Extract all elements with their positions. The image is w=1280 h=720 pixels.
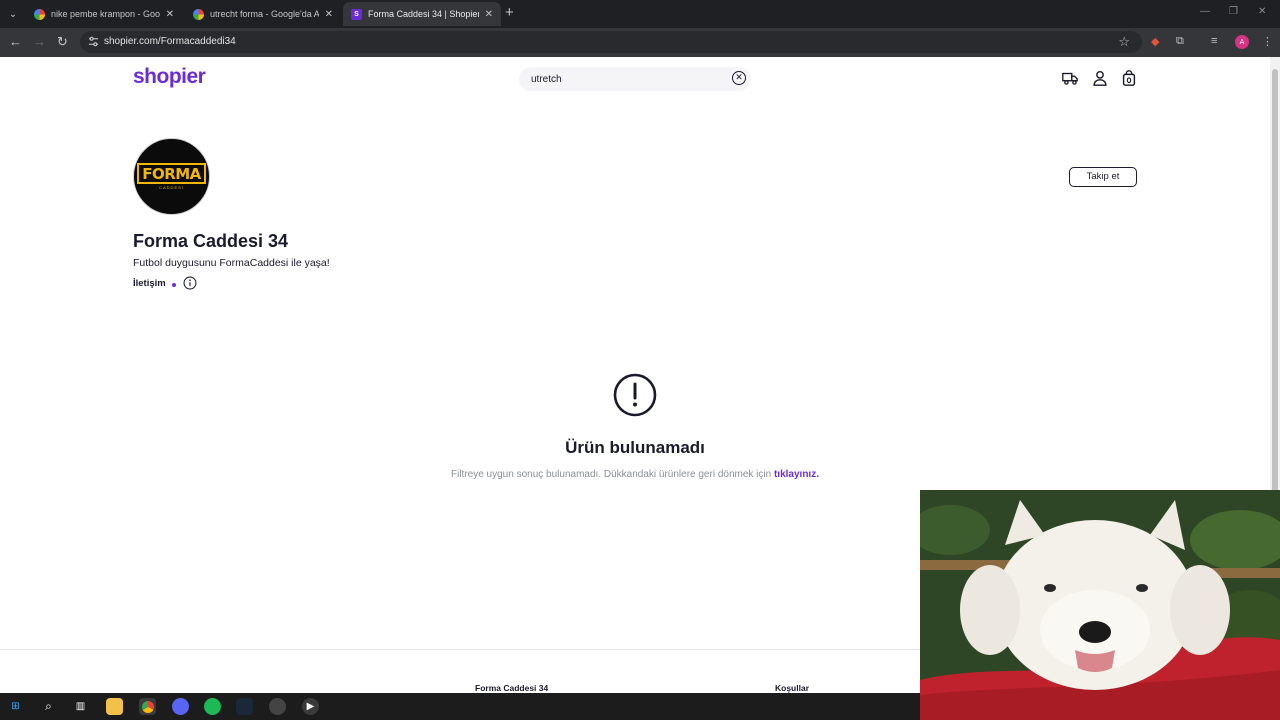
tab-search-chevron-icon[interactable]: ⌄	[4, 5, 22, 23]
separator-dot	[172, 283, 176, 287]
shopping-bag-icon[interactable]	[1120, 69, 1138, 87]
dog-photo	[920, 490, 1280, 720]
info-icon[interactable]	[183, 276, 197, 290]
back-icon[interactable]: ←	[9, 34, 22, 50]
address-bar[interactable]: shopier.com/Formacaddedi34 ☆	[80, 31, 1142, 53]
google-icon	[193, 8, 204, 20]
extensions-puzzle-icon[interactable]: ⧉	[1176, 35, 1184, 48]
shopier-icon: S	[351, 8, 362, 20]
forward-icon[interactable]: →	[33, 34, 46, 50]
bookmark-star-icon[interactable]: ☆	[1118, 34, 1130, 50]
empty-state-message: Filtreye uygun sonuç bulunamadı. Dükkand…	[0, 469, 1270, 480]
store-description: Futbol duygusunu FormaCaddesi ile yaşa!	[133, 257, 330, 269]
close-tab-icon[interactable]: ✕	[485, 9, 493, 20]
menu-kebab-icon[interactable]: ⋮	[1262, 35, 1273, 48]
tab-title: Forma Caddesi 34 | Shopier	[368, 9, 479, 19]
minimize-icon[interactable]: —	[1200, 6, 1210, 17]
store-name: Forma Caddesi 34	[133, 231, 289, 251]
reload-icon[interactable]: ↻	[57, 34, 68, 50]
restore-icon[interactable]: ❐	[1229, 6, 1238, 17]
store-logo-frame: FORMA	[137, 163, 206, 184]
site-settings-icon[interactable]	[88, 36, 99, 47]
profile-avatar[interactable]: A	[1235, 35, 1249, 49]
back-to-products-link[interactable]: tıklayınız.	[774, 469, 819, 480]
extension-icon[interactable]: ◆	[1151, 35, 1159, 48]
spotify-icon[interactable]	[204, 698, 221, 715]
media-control-icon[interactable]: ≡	[1211, 35, 1217, 47]
tab-title: utrecht forma - Google'da Ara	[210, 9, 319, 19]
chrome-icon[interactable]	[139, 698, 156, 715]
close-window-icon[interactable]: ✕	[1258, 6, 1266, 17]
browser-tab-2[interactable]: utrecht forma - Google'da Ara ✕	[185, 2, 341, 26]
tab-title: nike pembe krampon - Google	[51, 9, 160, 19]
shipping-truck-icon[interactable]	[1061, 69, 1079, 87]
url-text: shopier.com/Formacaddedi34	[104, 36, 236, 47]
browser-tab-1[interactable]: nike pembe krampon - Google ✕	[26, 2, 182, 26]
browser-tab-3-active[interactable]: S Forma Caddesi 34 | Shopier ✕	[343, 2, 501, 26]
browser-toolbar: ← → ↻ shopier.com/Formacaddedi34 ☆ ◆ ⧉ ≡…	[0, 28, 1280, 57]
windows-taskbar: ⊞ ⌕ ▥ ▶	[0, 693, 920, 720]
empty-state-title: Ürün bulunamadı	[565, 438, 705, 457]
search-input[interactable]: utretch ✕	[519, 67, 751, 91]
empty-state-text: Filtreye uygun sonuç bulunamadı. Dükkand…	[451, 469, 772, 480]
close-tab-icon[interactable]: ✕	[166, 9, 174, 20]
contact-link[interactable]: İletişim	[133, 278, 166, 289]
store-avatar: FORMA CADDESİ	[133, 138, 210, 215]
windows-start-icon[interactable]: ⊞	[7, 698, 24, 715]
scrollbar-thumb[interactable]	[1272, 69, 1278, 494]
search-value: utretch	[531, 74, 562, 85]
media-player-icon[interactable]: ▶	[302, 698, 319, 715]
task-view-icon[interactable]: ▥	[72, 698, 89, 715]
clear-search-icon[interactable]: ✕	[732, 71, 746, 85]
discord-icon[interactable]	[172, 698, 189, 715]
close-tab-icon[interactable]: ✕	[325, 9, 333, 20]
google-icon	[34, 8, 45, 20]
shopier-logo[interactable]: shopier	[133, 65, 206, 89]
browser-tab-strip: ⌄ nike pembe krampon - Google ✕ utrecht …	[0, 0, 1280, 28]
follow-button[interactable]: Takip et	[1069, 167, 1137, 187]
file-explorer-icon[interactable]	[106, 698, 123, 715]
user-account-icon[interactable]	[1091, 69, 1109, 87]
alert-exclamation-icon	[613, 373, 657, 417]
webcam-overlay-dog	[920, 490, 1280, 720]
footer-terms-title: Koşullar	[775, 683, 810, 693]
store-logo-subtext: CADDESİ	[159, 185, 184, 190]
steam-icon[interactable]	[236, 698, 253, 715]
app-icon[interactable]	[269, 698, 286, 715]
footer-store-title: Forma Caddesi 34	[475, 683, 549, 693]
store-logo-text: FORMA	[142, 165, 201, 183]
new-tab-button[interactable]: +	[505, 5, 514, 21]
search-icon[interactable]: ⌕	[40, 698, 57, 715]
